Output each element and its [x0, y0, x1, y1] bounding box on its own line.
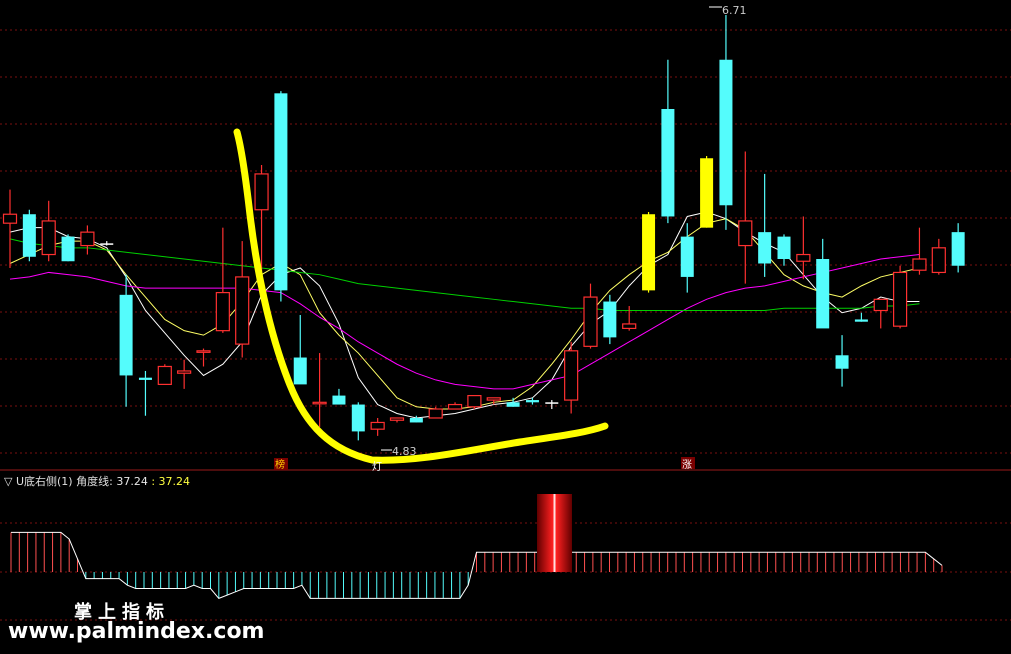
- candle-body: [22, 214, 36, 257]
- candle-body: [177, 370, 192, 374]
- indicator-highlight-bar: [537, 494, 572, 572]
- candle-body: [61, 236, 75, 262]
- candle-body: [138, 377, 152, 380]
- candle-body: [486, 397, 501, 401]
- candle-body: [196, 350, 211, 353]
- candle-body: [738, 220, 753, 247]
- candle-body: [583, 296, 598, 347]
- chart-canvas: 4.83 6.71 榜 灯 涨: [0, 0, 1011, 654]
- candle-body: [525, 400, 539, 403]
- candle-body: [796, 253, 811, 262]
- collapse-icon[interactable]: ▽: [4, 475, 12, 488]
- candle-body: [661, 108, 675, 217]
- candle-body: [873, 298, 888, 312]
- candle-body: [758, 232, 772, 264]
- candle-body: [642, 214, 656, 291]
- tag-bottom: 灯: [372, 461, 382, 473]
- candle-body: [622, 323, 637, 330]
- indicator-line-label: 角度线:: [76, 475, 113, 488]
- candle-body: [100, 243, 114, 245]
- candle-body: [777, 236, 791, 260]
- candle-body: [506, 402, 520, 407]
- watermark-url: www.palmindex.com: [8, 619, 265, 644]
- candle-body: [351, 404, 365, 432]
- candle-body: [816, 259, 830, 329]
- candle-body: [41, 220, 56, 256]
- candle-body: [293, 357, 307, 385]
- candle-body: [2, 213, 18, 224]
- candle-body: [409, 417, 423, 423]
- indicator-header: ▽ U底右侧(1) 角度线: 37.24 : 37.24: [4, 473, 190, 489]
- candle-body: [700, 158, 714, 228]
- candle-body: [854, 319, 868, 322]
- candle-body: [835, 355, 849, 369]
- candle-body: [389, 417, 405, 421]
- candle-body: [332, 395, 346, 405]
- candle-body: [564, 350, 579, 401]
- candle-body: [951, 232, 965, 266]
- indicator-name[interactable]: U底右侧(1): [16, 475, 73, 488]
- candle-body: [931, 247, 946, 274]
- candle-body: [274, 93, 288, 291]
- candle-body: [235, 276, 250, 345]
- candle-body: [467, 394, 482, 408]
- indicator-value: 37.24: [116, 475, 148, 488]
- candle-body: [545, 402, 559, 404]
- candle-body: [312, 401, 327, 405]
- candle-body: [892, 271, 908, 327]
- candle-body: [370, 421, 385, 430]
- candle-body: [719, 59, 733, 206]
- candle-body: [428, 408, 443, 419]
- candle-body: [912, 258, 927, 271]
- candle-body: [119, 294, 133, 376]
- candle-body: [157, 365, 172, 385]
- candle-body: [254, 173, 269, 211]
- candle-body: [215, 291, 230, 332]
- indicator-value-2: : 37.24: [151, 475, 191, 488]
- candle-body: [80, 231, 95, 247]
- candle-body: [603, 301, 617, 338]
- tag-right: 涨: [682, 459, 692, 471]
- candle-body: [680, 236, 694, 277]
- candle-body: [447, 403, 463, 410]
- low-price-label: 4.83: [392, 445, 417, 458]
- tag-left: 榜: [275, 458, 285, 471]
- high-price-label: 6.71: [722, 4, 747, 17]
